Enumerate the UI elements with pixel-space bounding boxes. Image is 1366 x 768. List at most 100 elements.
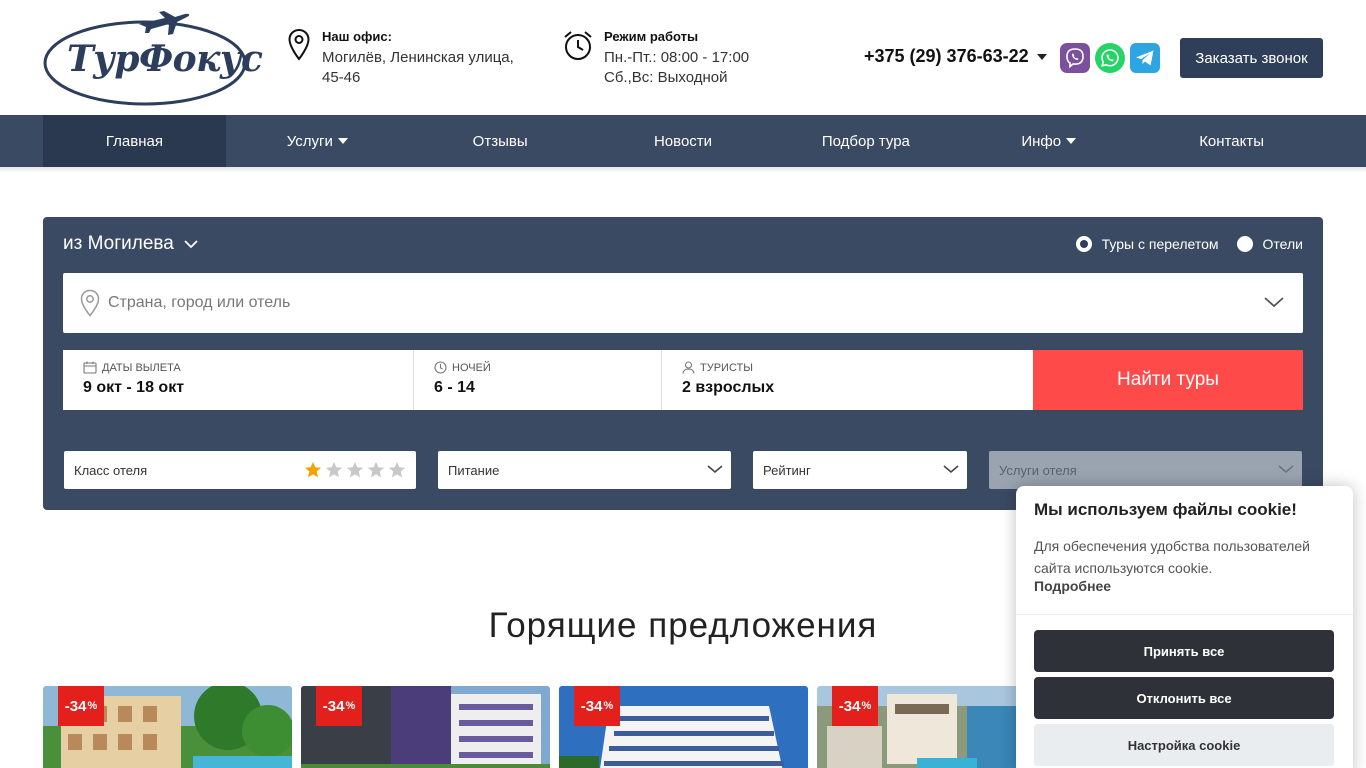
radio-hotels[interactable]: Отели [1236, 236, 1303, 252]
nav-label-contacts[interactable]: Контакты [1199, 133, 1264, 150]
star-icon[interactable] [346, 461, 364, 479]
caret-down-icon [1036, 53, 1047, 60]
viber-icon[interactable] [1060, 43, 1090, 73]
alarm-clock-icon [562, 29, 604, 88]
discount-unit: % [87, 700, 98, 712]
cookie-consent-modal: Мы используем файлы cookie! Для обеспече… [1016, 486, 1353, 768]
clock-icon [434, 361, 447, 374]
nav-label-home[interactable]: Главная [106, 133, 163, 150]
offer-card[interactable]: -34% [559, 686, 808, 768]
phone-dropdown[interactable]: +375 (29) 376-63-22 [864, 46, 1047, 67]
office-title: Наш офис: [322, 29, 392, 44]
nav-item-info[interactable]: Инфо [957, 115, 1140, 167]
radio-label-hotels[interactable]: Отели [1263, 236, 1303, 252]
tourists-value[interactable]: 2 взрослых [682, 379, 1013, 397]
discount-value: -34 [322, 697, 345, 715]
discount-value: -34 [580, 697, 603, 715]
nav-label-tour-selection[interactable]: Подбор тура [822, 133, 910, 150]
dates-value[interactable]: 9 окт - 18 окт [83, 379, 393, 397]
cookie-title: Мы используем файлы cookie! [1034, 500, 1297, 519]
nav-label-reviews[interactable]: Отзывы [473, 133, 528, 150]
cookie-more-link[interactable]: Подробнее [1034, 578, 1111, 594]
site-header: ТурФокус Наш офис: Могилёв, Ленинская ул… [0, 0, 1366, 115]
star-icon[interactable] [367, 461, 385, 479]
food-label: Питание [448, 462, 500, 478]
nav-item-tour-selection[interactable]: Подбор тура [774, 115, 957, 167]
location-pin-icon [80, 289, 100, 317]
accept-all-cookies-button[interactable]: Принять все [1034, 630, 1334, 672]
radio-label-flight[interactable]: Туры с перелетом [1102, 236, 1219, 252]
caret-down-icon [337, 138, 348, 144]
departure-city-label[interactable]: из Могилева [63, 233, 174, 255]
star-icon[interactable] [304, 461, 322, 479]
reject-all-cookies-button[interactable]: Отклонить все [1034, 677, 1334, 719]
discount-badge: -34% [316, 686, 362, 726]
working-hours-info: Режим работы Пн.-Пт.: 08:00 - 17:00 Сб.,… [562, 29, 749, 88]
nights-value[interactable]: 6 - 14 [434, 379, 641, 397]
office-info: Наш офис: Могилёв, Ленинская улица, 45-4… [288, 28, 522, 88]
radio-button-checked[interactable] [1075, 236, 1092, 252]
search-params-row: даты вылета 9 окт - 18 окт ночей 6 - 14 … [63, 350, 1303, 410]
user-icon [682, 361, 695, 374]
whatsapp-icon[interactable] [1095, 43, 1125, 73]
chevron-down-icon[interactable] [1263, 295, 1285, 309]
chevron-down-icon [707, 465, 723, 474]
food-filter[interactable]: Питание [438, 451, 731, 489]
radio-tours-with-flight[interactable]: Туры с перелетом [1075, 236, 1219, 252]
hotel-class-filter[interactable]: Класс отеля [64, 451, 416, 489]
callback-button[interactable]: Заказать звонок [1180, 38, 1323, 78]
hours-weekend: Сб.,Вс: Выходной [604, 69, 728, 86]
main-nav: Главная Услуги Отзывы Новости Подбор тур… [0, 115, 1366, 167]
nav-item-home[interactable]: Главная [43, 115, 226, 167]
office-address-line1: Могилёв, Ленинская улица, [322, 49, 514, 66]
nav-shadow [0, 167, 1366, 173]
discount-value: -34 [838, 697, 861, 715]
offer-card[interactable]: -34% [43, 686, 292, 768]
site-logo[interactable]: ТурФокус [42, 8, 263, 108]
discount-value: -34 [64, 697, 87, 715]
star-icon[interactable] [388, 461, 406, 479]
hotel-class-label: Класс отеля [74, 462, 148, 478]
location-pin-icon [288, 28, 322, 88]
plane-icon [139, 11, 190, 35]
nav-label-info[interactable]: Инфо [1021, 133, 1061, 150]
office-address-line2: 45-46 [322, 69, 361, 86]
phone-number[interactable]: +375 (29) 376-63-22 [864, 46, 1029, 67]
discount-unit: % [861, 700, 872, 712]
nav-item-reviews[interactable]: Отзывы [409, 115, 592, 167]
rating-label: Рейтинг [763, 462, 811, 478]
tourists-field[interactable]: туристы 2 взрослых [662, 350, 1033, 410]
chevron-down-icon [1278, 465, 1294, 474]
nav-item-services[interactable]: Услуги [226, 115, 409, 167]
hotel-services-filter[interactable]: Услуги отеля [989, 451, 1302, 489]
search-mode-toggle: Туры с перелетом Отели [1058, 236, 1303, 252]
nav-label-services[interactable]: Услуги [287, 133, 333, 150]
star-icon[interactable] [325, 461, 343, 479]
hotel-class-stars [304, 461, 406, 479]
radio-button[interactable] [1236, 236, 1253, 252]
nights-field[interactable]: ночей 6 - 14 [414, 350, 662, 410]
search-filters-row: Класс отеля Питание Рейтинг Услуги отеля [64, 451, 1302, 489]
nav-item-contacts[interactable]: Контакты [1140, 115, 1323, 167]
departure-city-select[interactable]: из Могилева [63, 233, 198, 255]
discount-badge: -34% [832, 686, 878, 726]
telegram-icon[interactable] [1130, 43, 1160, 73]
discount-badge: -34% [58, 686, 104, 726]
offer-card[interactable]: -34% [301, 686, 550, 768]
nav-item-news[interactable]: Новости [592, 115, 775, 167]
destination-input[interactable] [108, 291, 1208, 315]
dates-label: даты вылета [102, 361, 181, 374]
rating-filter[interactable]: Рейтинг [753, 451, 967, 489]
caret-down-icon [1066, 138, 1077, 144]
calendar-icon [83, 361, 97, 374]
departure-dates-field[interactable]: даты вылета 9 окт - 18 окт [63, 350, 414, 410]
cookie-settings-button[interactable]: Настройка cookie [1034, 724, 1334, 766]
find-tours-button[interactable]: Найти туры [1033, 350, 1303, 410]
tourists-label: туристы [700, 361, 753, 374]
destination-field[interactable] [63, 273, 1303, 333]
discount-unit: % [345, 700, 356, 712]
logo-text: ТурФокус [67, 38, 263, 80]
tour-search-panel: из Могилева Туры с перелетом Отели даты … [43, 217, 1323, 510]
hours-title: Режим работы [604, 29, 699, 44]
nav-label-news[interactable]: Новости [654, 133, 712, 150]
